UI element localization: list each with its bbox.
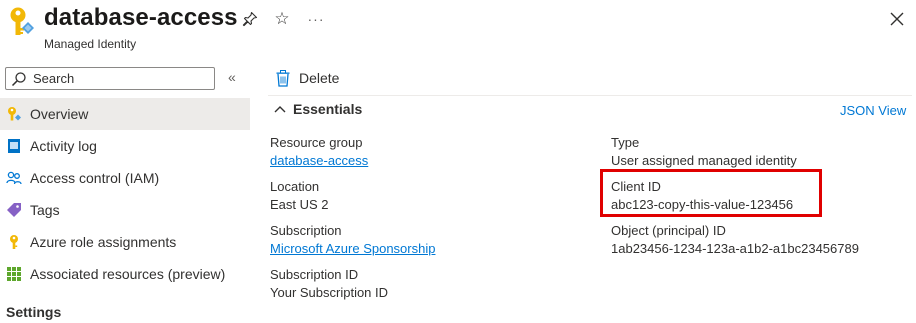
blade-header: database-access Managed Identity ☆ ···	[0, 0, 916, 58]
toolbar-divider	[268, 95, 912, 96]
field-object-id: Object (principal) ID 1ab23456-1234-123a…	[611, 222, 859, 257]
trash-icon	[276, 69, 290, 87]
more-options-icon[interactable]: ···	[306, 9, 326, 29]
collapse-sidebar-icon[interactable]: «	[228, 69, 236, 85]
field-subscription-id: Subscription ID Your Subscription ID	[270, 266, 388, 301]
tag-icon	[6, 202, 22, 218]
field-value[interactable]: 1ab23456-1234-123a-a1b2-a1bc23456789	[611, 240, 859, 257]
close-icon[interactable]	[886, 8, 908, 30]
field-label: Object (principal) ID	[611, 223, 726, 238]
subscription-link[interactable]: Microsoft Azure Sponsorship	[270, 240, 435, 257]
settings-section-heading: Settings	[6, 304, 62, 320]
managed-identity-icon	[10, 7, 34, 35]
activity-log-icon	[6, 138, 22, 154]
field-label: Type	[611, 135, 640, 150]
star-icon[interactable]: ☆	[272, 9, 292, 29]
sidebar-item-label: Access control (IAM)	[30, 170, 160, 186]
sidebar-item-activity-log[interactable]: Activity log	[0, 130, 250, 162]
essentials-heading: Essentials	[293, 101, 363, 117]
people-icon	[6, 170, 22, 186]
delete-label: Delete	[299, 70, 340, 86]
field-label: Location	[270, 179, 320, 194]
field-label: Resource group	[270, 135, 363, 150]
sidebar-item-label: Overview	[30, 106, 89, 122]
field-type: Type User assigned managed identity	[611, 134, 797, 169]
page-subtitle: Managed Identity	[44, 37, 137, 51]
sidebar-item-overview[interactable]: Overview	[0, 98, 250, 130]
search-box[interactable]	[5, 67, 215, 90]
delete-button[interactable]: Delete	[276, 67, 339, 89]
sidebar-item-label: Associated resources (preview)	[30, 266, 226, 282]
page-title: database-access	[44, 4, 238, 31]
field-location: Location East US 2	[270, 178, 329, 213]
sidebar-item-associated-resources[interactable]: Associated resources (preview)	[0, 258, 250, 290]
field-subscription: Subscription Microsoft Azure Sponsorship	[270, 222, 435, 257]
field-label: Subscription	[270, 223, 342, 238]
chevron-up-icon	[274, 106, 286, 113]
pin-icon[interactable]	[240, 9, 260, 29]
field-value: East US 2	[270, 197, 329, 212]
search-input[interactable]	[33, 71, 203, 86]
client-id-value[interactable]: abc123-copy-this-value-123456	[611, 196, 793, 213]
field-value: Your Subscription ID	[270, 285, 389, 300]
field-label: Subscription ID	[270, 267, 359, 282]
grid-icon	[6, 266, 22, 282]
sidebar-item-tags[interactable]: Tags	[0, 194, 250, 226]
json-view-link[interactable]: JSON View	[840, 103, 906, 118]
sidebar-item-label: Azure role assignments	[30, 234, 177, 250]
field-resource-group: Resource group database-access	[270, 134, 368, 169]
sidebar-item-access-control[interactable]: Access control (IAM)	[0, 162, 250, 194]
sidebar-item-role-assignments[interactable]: Azure role assignments	[0, 226, 250, 258]
overview-key-icon	[6, 106, 22, 122]
essentials-toggle[interactable]: Essentials	[274, 101, 362, 117]
key-icon	[6, 234, 22, 250]
sidebar-item-label: Tags	[30, 202, 60, 218]
search-icon	[11, 71, 26, 86]
field-value: User assigned managed identity	[611, 153, 797, 168]
resource-group-link[interactable]: database-access	[270, 152, 368, 169]
sidebar-item-label: Activity log	[30, 138, 97, 154]
field-label: Client ID	[611, 179, 661, 194]
field-client-id: Client ID abc123-copy-this-value-123456	[611, 178, 793, 213]
